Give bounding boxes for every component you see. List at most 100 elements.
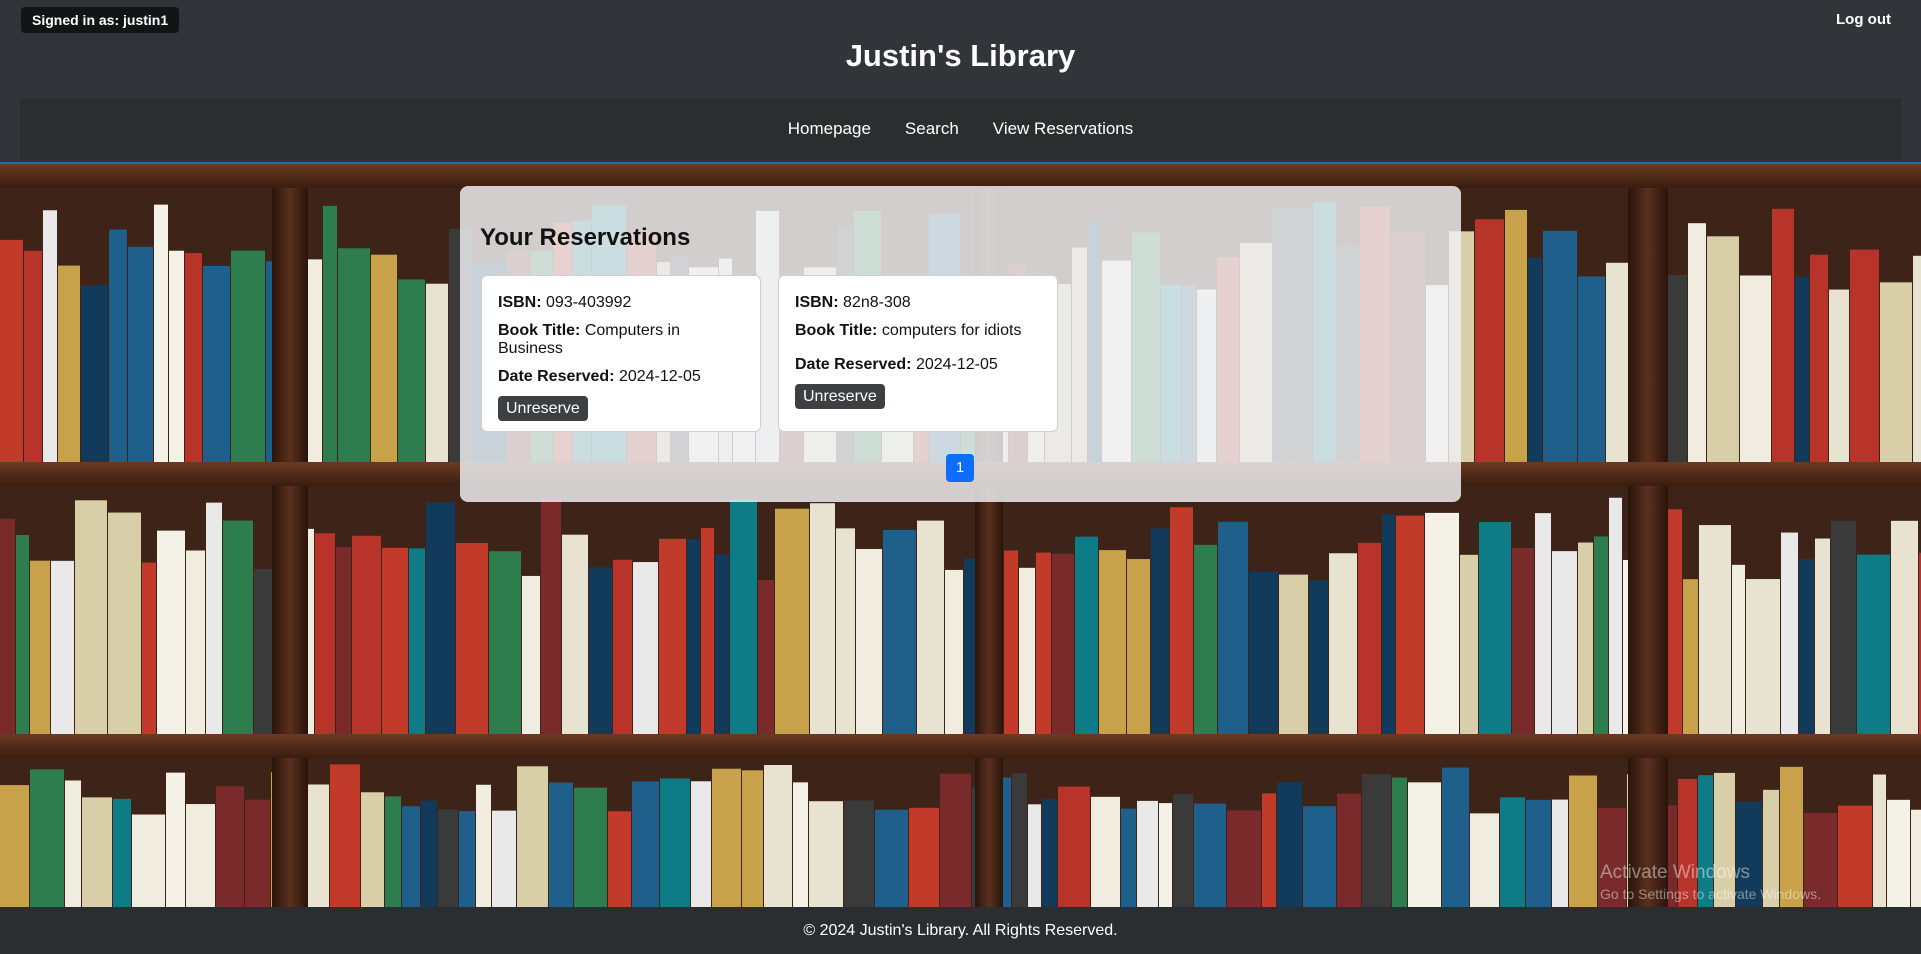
book-spine xyxy=(402,806,420,907)
book-spine xyxy=(338,248,370,462)
isbn-row: ISBN: 82n8-308 xyxy=(795,294,1041,312)
book-spine xyxy=(1732,564,1745,734)
book-spine xyxy=(1277,782,1302,907)
book-spine xyxy=(24,250,42,462)
book-spine xyxy=(352,535,381,734)
book-spine xyxy=(382,547,408,734)
book-spine xyxy=(1227,810,1261,907)
book-spine xyxy=(1075,536,1098,734)
book-spine xyxy=(1683,579,1698,734)
book-spine xyxy=(421,800,437,907)
book-spine xyxy=(909,807,939,907)
book-spine xyxy=(1500,797,1525,907)
reservation-card: ISBN: 82n8-308 Book Title: computers for… xyxy=(778,275,1058,432)
nav-view-reservations[interactable]: View Reservations xyxy=(993,119,1133,139)
book-spine xyxy=(1838,805,1872,907)
book-spine xyxy=(1666,274,1687,462)
book-spine xyxy=(476,784,491,907)
book-spine xyxy=(1329,553,1357,734)
pagination-page-button[interactable]: 1 xyxy=(946,454,974,482)
book-spine xyxy=(1151,528,1169,734)
book-spine xyxy=(330,764,360,907)
book-spine xyxy=(775,508,809,734)
book-spine xyxy=(1578,276,1605,462)
book-spine xyxy=(371,254,397,462)
unreserve-button[interactable]: Unreserve xyxy=(498,396,588,421)
book-spine xyxy=(1052,553,1074,734)
shelf-post xyxy=(272,164,308,907)
book-spine xyxy=(758,579,774,734)
book-spine xyxy=(836,528,855,734)
book-spine xyxy=(1479,521,1511,734)
book-spine xyxy=(608,811,631,907)
book-spine xyxy=(223,520,253,734)
book-spine xyxy=(730,499,757,734)
book-spine xyxy=(1019,567,1035,734)
book-spine xyxy=(1194,544,1217,734)
book-spine xyxy=(186,804,215,907)
book-spine xyxy=(1609,497,1622,734)
site-footer: © 2024 Justin's Library. All Rights Rese… xyxy=(0,907,1921,954)
book-spine xyxy=(186,550,205,734)
book-spine xyxy=(1857,554,1890,734)
shelf-board xyxy=(0,734,1921,758)
book-spine xyxy=(1470,813,1499,907)
nav-homepage[interactable]: Homepage xyxy=(788,119,871,139)
book-spine xyxy=(82,797,112,907)
book-spine xyxy=(1795,276,1809,462)
book-spine xyxy=(945,569,963,734)
book-spine xyxy=(1594,536,1608,734)
book-spine xyxy=(456,543,488,734)
logout-link[interactable]: Log out xyxy=(1836,11,1891,28)
book-spine xyxy=(1004,550,1018,734)
book-spine xyxy=(154,204,168,463)
book-spine xyxy=(1688,223,1706,462)
book-title-label: Book Title: xyxy=(498,322,581,339)
book-spine xyxy=(1535,513,1551,734)
book-spine xyxy=(875,809,908,907)
book-spine xyxy=(1121,808,1136,907)
book-spine xyxy=(691,781,711,907)
isbn-label: ISBN: xyxy=(498,294,542,311)
book-title-value: computers for idiots xyxy=(881,322,1022,339)
date-reserved-row: Date Reserved: 2024-12-05 xyxy=(795,356,1041,374)
book-spine xyxy=(0,239,23,462)
date-reserved-value: 2024-12-05 xyxy=(618,368,701,385)
book-spine xyxy=(1382,513,1395,734)
book-spine xyxy=(1810,254,1828,462)
book-spine xyxy=(1526,799,1551,907)
book-spine xyxy=(1442,767,1469,907)
book-spine xyxy=(574,787,607,907)
book-spine xyxy=(1911,809,1921,907)
book-spine xyxy=(613,559,632,734)
book-spine xyxy=(1699,525,1731,734)
book-spine xyxy=(1249,571,1278,734)
date-reserved-row: Date Reserved: 2024-12-05 xyxy=(498,368,744,386)
book-spine xyxy=(1099,550,1126,734)
book-spine xyxy=(1309,580,1328,734)
book-spine xyxy=(1303,806,1336,907)
book-spine xyxy=(1127,559,1150,734)
book-spine xyxy=(51,560,74,734)
book-spine xyxy=(1880,282,1912,462)
book-spine xyxy=(1091,796,1120,907)
book-spine xyxy=(1528,257,1542,462)
book-spine xyxy=(712,768,741,907)
book-spine xyxy=(30,560,50,734)
book-spine xyxy=(128,246,153,462)
book-spine xyxy=(75,500,107,734)
nav-search[interactable]: Search xyxy=(905,119,959,139)
book-spine xyxy=(517,766,548,907)
unreserve-button[interactable]: Unreserve xyxy=(795,384,885,409)
book-spine xyxy=(633,562,658,734)
book-spine xyxy=(632,781,659,907)
book-spine xyxy=(764,765,792,907)
book-spine xyxy=(1746,579,1780,734)
book-title-row: Book Title: Computers in Business xyxy=(498,322,744,358)
book-spine xyxy=(940,773,971,907)
isbn-value: 093-403992 xyxy=(546,294,632,311)
book-spine xyxy=(917,520,944,734)
book-spine xyxy=(1552,799,1568,907)
book-spine xyxy=(1279,574,1308,734)
book-spine xyxy=(742,770,763,907)
